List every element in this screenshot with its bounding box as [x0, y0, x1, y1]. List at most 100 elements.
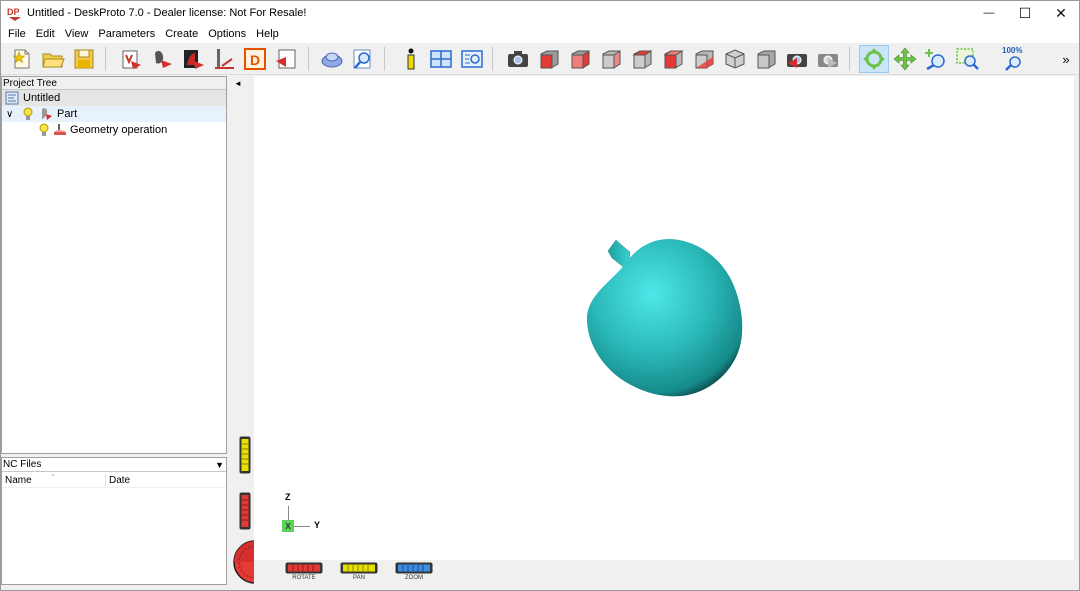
undo-view-button[interactable]: [784, 46, 810, 72]
save-button[interactable]: [71, 46, 97, 72]
tree-item-untitled[interactable]: Untitled: [2, 90, 226, 106]
menu-bar: File Edit View Parameters Create Options…: [1, 25, 1079, 43]
menu-view[interactable]: View: [60, 25, 94, 43]
3d-viewport[interactable]: Z Y X: [254, 76, 1074, 560]
menu-parameters[interactable]: Parameters: [93, 25, 160, 43]
nc-files-header[interactable]: NC Files ▼: [2, 458, 226, 472]
view-solid-icon: [757, 50, 776, 69]
find-button[interactable]: [350, 46, 376, 72]
drawing-icon: D: [244, 48, 266, 70]
title-bar: DP Untitled - DeskProto 7.0 - Dealer lic…: [1, 1, 1079, 25]
zoom-horizontal-wheel[interactable]: [395, 562, 433, 574]
view-bottom-button[interactable]: [691, 46, 717, 72]
render-button[interactable]: [319, 46, 345, 72]
view-left-button[interactable]: [629, 46, 655, 72]
rotate-vertical-wheel[interactable]: [239, 492, 251, 530]
operation-icon: [53, 123, 67, 137]
pan-mode-button[interactable]: [892, 46, 918, 72]
column-header-date[interactable]: Date: [109, 475, 130, 486]
camera-button[interactable]: [505, 46, 531, 72]
axis-x-marker: X: [282, 520, 294, 532]
menu-options[interactable]: Options: [203, 25, 251, 43]
zoom-mode-button[interactable]: [923, 46, 949, 72]
view-settings-icon: [461, 50, 483, 68]
pan-wheel-label: PAN: [353, 575, 365, 581]
svg-text:DP: DP: [7, 7, 20, 17]
view-right-button[interactable]: [567, 46, 593, 72]
project-tree-header: Project Tree: [2, 77, 226, 90]
rotate-mode-icon: [863, 48, 885, 70]
minimize-button[interactable]: —: [971, 1, 1007, 25]
rotate-horizontal-wheel[interactable]: [285, 562, 323, 574]
lightbulb-icon[interactable]: [22, 107, 34, 121]
project-tree-panel: Project Tree Untitled ∨ Part Geometry op…: [1, 76, 227, 454]
dropdown-arrow-icon[interactable]: ▼: [215, 460, 224, 470]
view-iso-button[interactable]: [722, 46, 748, 72]
toolbar-overflow-button[interactable]: »: [1056, 46, 1076, 72]
redo-view-button[interactable]: [815, 46, 841, 72]
chevron-down-icon[interactable]: ∨: [6, 109, 16, 120]
cutter-icon: [215, 49, 234, 69]
pan-horizontal-wheel[interactable]: [340, 562, 378, 574]
view-settings-button[interactable]: [459, 46, 485, 72]
tree-item-label: Geometry operation: [70, 124, 168, 136]
camera-icon: [508, 51, 528, 67]
undo-view-icon: [787, 54, 807, 68]
zoom-wheel-label: ZOOM: [405, 575, 423, 581]
main-toolbar: D 100% »: [1, 43, 1079, 75]
maximize-button[interactable]: ☐: [1007, 1, 1043, 25]
axis-triad: Z Y X: [274, 490, 354, 540]
menu-file[interactable]: File: [3, 25, 31, 43]
app-window: DP Untitled - DeskProto 7.0 - Dealer lic…: [0, 0, 1080, 591]
nc-files-columns: Name ⌄ Date: [2, 471, 226, 488]
zoom-percent-label: 100%: [1002, 46, 1023, 55]
drawing-button[interactable]: D: [242, 46, 268, 72]
machine-button[interactable]: [180, 46, 206, 72]
view-solid-button[interactable]: [753, 46, 779, 72]
open-icon: [42, 53, 65, 68]
window-layout-button[interactable]: [428, 46, 454, 72]
app-logo-icon: DP: [7, 5, 23, 21]
info-icon: [407, 48, 415, 70]
menu-edit[interactable]: Edit: [31, 25, 60, 43]
view-top-icon: [663, 50, 684, 69]
machine-icon: [184, 50, 204, 69]
lightbulb-icon[interactable]: [38, 123, 50, 137]
svg-text:D: D: [250, 52, 260, 68]
new-button[interactable]: [9, 46, 35, 72]
view-control-strip: ◄: [230, 76, 277, 584]
tree-item-geometry-operation[interactable]: Geometry operation: [2, 122, 226, 138]
view-wheel-strip: ROTATE PAN ZOOM: [254, 560, 1074, 584]
window-layout-icon: [430, 50, 452, 68]
tree-item-label: Untitled: [23, 92, 61, 104]
column-header-name[interactable]: Name: [5, 475, 32, 486]
part-properties-button[interactable]: [118, 46, 144, 72]
menu-help[interactable]: Help: [251, 25, 284, 43]
view-top-button[interactable]: [660, 46, 686, 72]
zoom-window-icon: [956, 48, 979, 70]
part-geometry-button[interactable]: [149, 46, 175, 72]
view-iso-icon: [725, 49, 745, 69]
tree-item-part[interactable]: ∨ Part: [2, 106, 226, 122]
view-back-button[interactable]: [598, 46, 624, 72]
zoom-window-button[interactable]: [954, 46, 980, 72]
cutter-button[interactable]: [211, 46, 237, 72]
view-front-button[interactable]: [536, 46, 562, 72]
menu-create[interactable]: Create: [160, 25, 203, 43]
chevron-double-right-icon: »: [1062, 51, 1070, 67]
part-model[interactable]: [254, 76, 1074, 560]
zoom-fit-button[interactable]: 100%: [1001, 46, 1027, 72]
nc-files-panel: NC Files ▼ Name ⌄ Date: [1, 457, 227, 585]
nc-output-button[interactable]: [273, 46, 299, 72]
rotate-mode-button[interactable]: [859, 45, 889, 73]
left-panel: Project Tree Untitled ∨ Part Geometry op…: [1, 76, 228, 590]
open-button[interactable]: [40, 46, 66, 72]
axis-x-label: X: [285, 521, 291, 531]
close-button[interactable]: ✕: [1043, 1, 1079, 25]
window-title: Untitled - DeskProto 7.0 - Dealer licens…: [27, 7, 307, 19]
pan-vertical-wheel[interactable]: [239, 436, 251, 474]
new-icon: [12, 49, 30, 69]
column-divider[interactable]: [105, 474, 106, 486]
collapse-panel-icon[interactable]: ◄: [234, 79, 242, 88]
info-button[interactable]: [398, 46, 424, 72]
